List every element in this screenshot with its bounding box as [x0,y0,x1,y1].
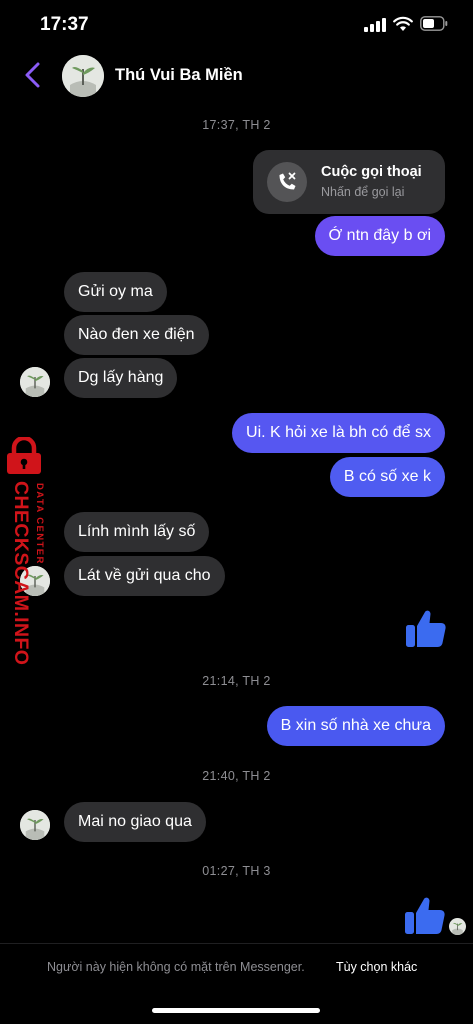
watermark-brand: CHECKSCAM.INFO [10,481,32,666]
sender-avatar[interactable] [20,810,50,840]
message-bubble-in[interactable]: Dg lấy hàng [64,358,178,398]
missed-call-icon [279,172,296,190]
battery-icon [420,16,448,31]
missed-call-card[interactable]: Cuộc gọi thoại Nhấn để gọi lại [253,150,445,214]
status-time: 17:37 [40,14,89,35]
timestamp: 21:14, TH 2 [202,674,271,688]
message-bubble-out[interactable]: B có số xe k [329,457,445,497]
message-bubble-in[interactable]: Lát về gửi qua cho [64,556,225,596]
wifi-icon [393,16,413,31]
more-options-link[interactable]: Tùy chọn khác [336,960,417,974]
chat-title[interactable]: Thú Vui Ba Miền [115,66,243,85]
lock-icon [7,437,41,474]
watermark-caption: DATA CENTER [34,483,45,565]
call-subtitle: Nhấn để gọi lại [321,185,405,199]
footer-divider [0,943,473,944]
signal-icon [364,18,386,32]
timestamp: 01:27, TH 3 [202,864,271,878]
message-bubble-in[interactable]: Nào đen xe điện [64,315,209,355]
watermark: CHECKSCAM.INFO DATA CENTER [2,437,50,667]
message-bubble-out[interactable]: B xin số nhà xe chưa [266,706,445,746]
timestamp: 17:37, TH 2 [202,118,271,132]
sender-avatar[interactable] [20,367,50,397]
message-bubble-in[interactable]: Lính mình lấy số [64,512,210,552]
message-bubble-out[interactable]: Ớ ntn đây b ơi [314,216,445,256]
message-bubble-in[interactable]: Mai no giao qua [64,802,206,842]
missed-call-icon-container [267,162,307,202]
unavailable-note: Người này hiện không có mặt trên Messeng… [47,960,305,974]
call-title: Cuộc gọi thoại [321,164,422,180]
timestamp: 21:40, TH 2 [202,769,271,783]
contact-avatar[interactable] [62,55,104,97]
thumbs-up-icon[interactable] [403,893,447,937]
message-bubble-out[interactable]: Ui. K hỏi xe là bh có để sx [232,413,445,453]
home-indicator[interactable] [152,1008,320,1013]
message-bubble-in[interactable]: Gửi oy ma [64,272,167,312]
back-chevron-icon[interactable] [22,61,44,89]
seen-avatar [449,918,466,935]
thumbs-up-icon[interactable] [404,606,448,650]
